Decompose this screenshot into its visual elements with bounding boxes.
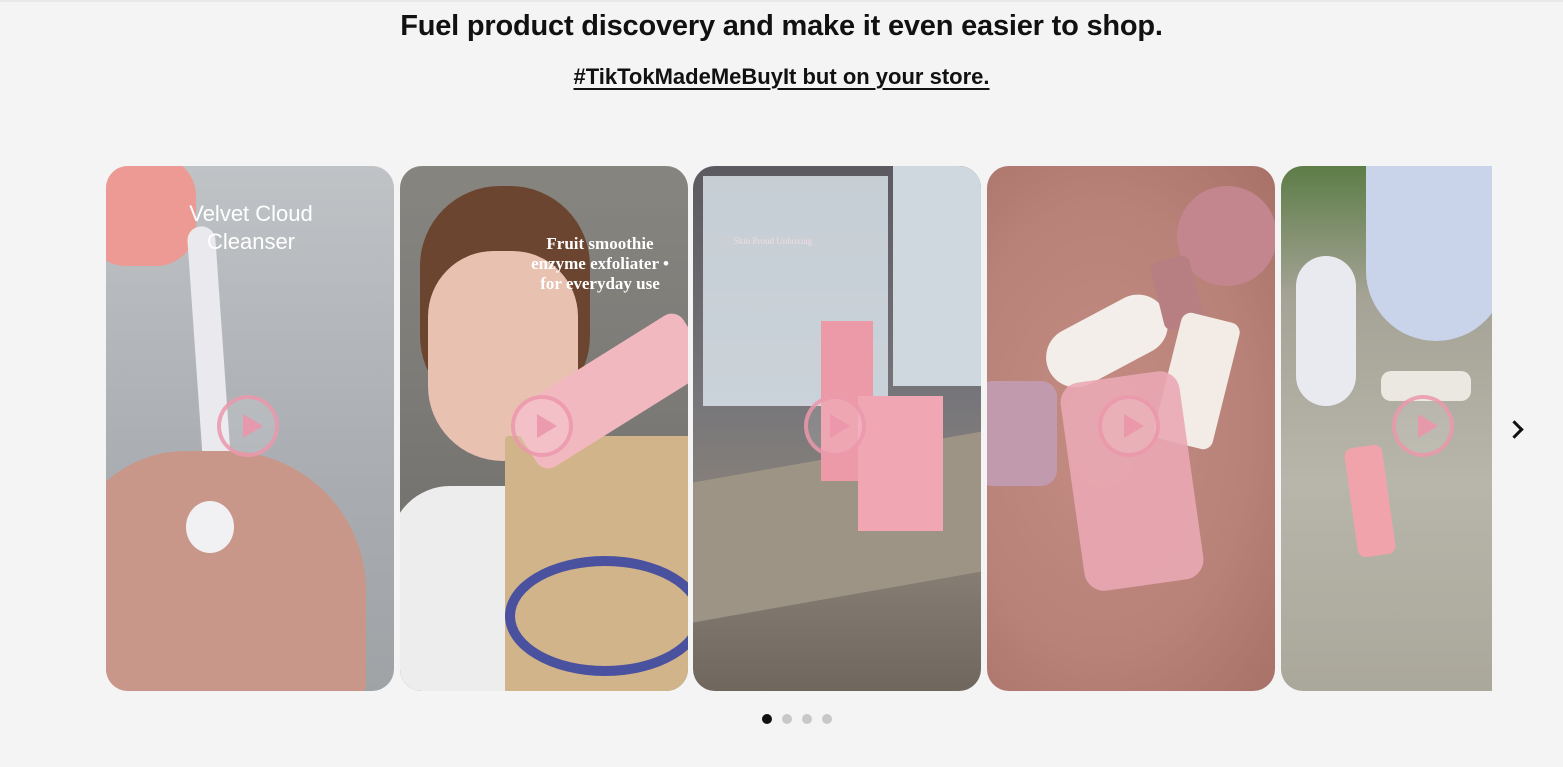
play-icon[interactable] xyxy=(511,395,573,457)
top-divider xyxy=(0,0,1563,2)
pagination-dot[interactable] xyxy=(762,714,772,724)
pagination-dot[interactable] xyxy=(802,714,812,724)
video-card[interactable]: Velvet Cloud Cleanser xyxy=(106,166,394,691)
video-card[interactable]: Fruit smoothie enzyme exfoliater • for e… xyxy=(400,166,688,691)
video-card[interactable] xyxy=(987,166,1275,691)
video-thumbnail xyxy=(1281,166,1492,691)
play-icon[interactable] xyxy=(217,395,279,457)
play-icon[interactable] xyxy=(804,395,866,457)
section-headline: Fuel product discovery and make it even … xyxy=(400,10,1163,42)
play-icon[interactable] xyxy=(1392,395,1454,457)
carousel-pagination xyxy=(762,714,832,726)
chevron-right-icon[interactable] xyxy=(1502,416,1528,442)
video-carousel[interactable]: Velvet Cloud Cleanser Fruit smoothie enz… xyxy=(106,166,1492,691)
video-card[interactable]: Skin Proud Unboxing xyxy=(693,166,981,691)
video-card[interactable] xyxy=(1281,166,1492,691)
play-icon[interactable] xyxy=(1098,395,1160,457)
pagination-dot[interactable] xyxy=(782,714,792,724)
section-subheadline: #TikTokMadeMeBuyIt but on your store. xyxy=(0,64,1563,90)
tiktok-hashtag-link[interactable]: #TikTokMadeMeBuyIt but on your store. xyxy=(573,64,989,89)
pagination-dot[interactable] xyxy=(822,714,832,724)
